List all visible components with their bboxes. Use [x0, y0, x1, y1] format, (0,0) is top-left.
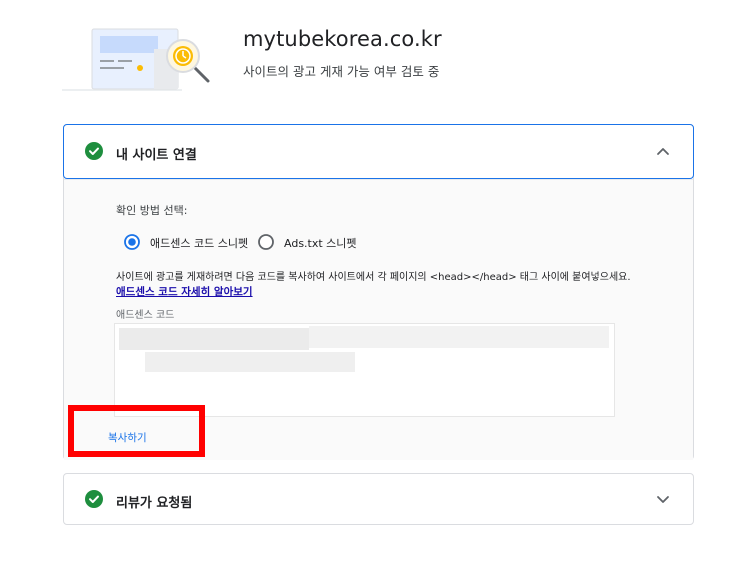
chevron-down-icon[interactable] [655, 491, 671, 507]
review-requested-panel[interactable]: 리뷰가 요청됨 [63, 473, 694, 525]
instruction-text: 사이트에 광고를 게재하려면 다음 코드를 복사하여 사이트에서 각 페이지의 … [116, 272, 631, 283]
review-requested-title: 리뷰가 요청됨 [116, 496, 193, 511]
site-name: mytubekorea.co.kr [243, 27, 442, 51]
connect-site-header[interactable]: 내 사이트 연결 [63, 124, 694, 179]
connect-site-title: 내 사이트 연결 [116, 148, 197, 163]
review-status-text: 사이트의 광고 게재 가능 여부 검토 중 [243, 64, 440, 79]
code-label: 애드센스 코드 [116, 310, 175, 321]
method-label: 확인 방법 선택: [116, 204, 188, 217]
learn-more-link[interactable]: 애드센스 코드 자세히 알아보기 [116, 284, 253, 299]
radio-selected-icon[interactable] [124, 234, 140, 250]
blurred-code [309, 326, 609, 348]
blurred-code [145, 352, 355, 372]
radio-unselected-icon[interactable] [258, 234, 274, 250]
chevron-up-icon[interactable] [655, 143, 671, 159]
verified-check-icon [85, 490, 103, 508]
option-adstxt-label[interactable]: Ads.txt 스니펫 [284, 235, 357, 251]
option-adsense-label[interactable]: 애드센스 코드 스니펫 [150, 235, 248, 251]
site-review-illustration [62, 28, 210, 91]
verified-check-icon [85, 142, 103, 160]
blurred-code [119, 328, 309, 350]
copy-highlight-box [68, 405, 205, 457]
code-snippet-box[interactable] [114, 323, 615, 417]
